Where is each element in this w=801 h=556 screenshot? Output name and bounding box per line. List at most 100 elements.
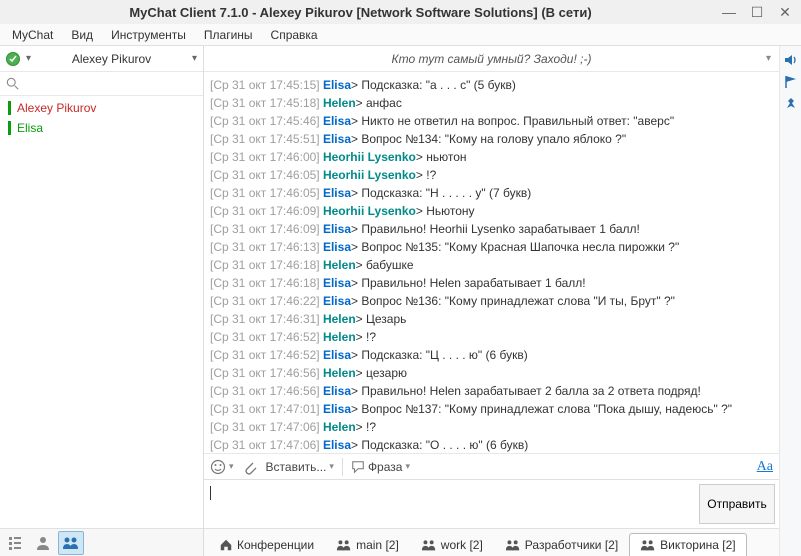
chat-tab[interactable]: main [2] bbox=[325, 533, 410, 556]
message-user: Heorhii Lysenko bbox=[323, 150, 416, 164]
message-row: [Ср 31 окт 17:46:13] Elisa> Вопрос №135:… bbox=[210, 238, 773, 256]
pin-button[interactable] bbox=[781, 94, 801, 114]
chat-title: Кто тут самый умный? Заходи! ;-) bbox=[392, 52, 592, 66]
timestamp: [Ср 31 окт 17:46:00] bbox=[210, 150, 320, 164]
view-contact-button[interactable] bbox=[30, 531, 56, 555]
message-text: Ньютону bbox=[426, 204, 474, 218]
timestamp: [Ср 31 окт 17:46:05] bbox=[210, 168, 320, 182]
message-text: !? bbox=[366, 330, 376, 344]
message-input[interactable] bbox=[204, 480, 695, 528]
minimize-button[interactable]: — bbox=[717, 2, 741, 22]
message-text: Правильно! Heorhii Lysenko зарабатывает … bbox=[361, 222, 640, 236]
contact-name: Alexey Pikurov bbox=[17, 101, 96, 115]
timestamp: [Ср 31 окт 17:45:51] bbox=[210, 132, 320, 146]
presence-bar-icon bbox=[8, 121, 11, 135]
message-list[interactable]: [Ср 31 окт 17:45:15] Elisa> Подсказка: "… bbox=[204, 72, 779, 453]
chat-tab[interactable]: Викторина [2] bbox=[629, 533, 746, 556]
message-text: анфас bbox=[366, 96, 402, 110]
insert-label: Вставить... bbox=[266, 460, 327, 474]
tab-label: main [2] bbox=[356, 538, 399, 552]
phrase-label: Фраза bbox=[368, 460, 403, 474]
message-user: Helen bbox=[323, 258, 356, 272]
message-row: [Ср 31 окт 17:45:51] Elisa> Вопрос №134:… bbox=[210, 130, 773, 148]
chat-tab[interactable]: Разработчики [2] bbox=[494, 533, 629, 556]
message-text: бабушке bbox=[366, 258, 414, 272]
menu-help[interactable]: Справка bbox=[263, 25, 326, 45]
message-user: Helen bbox=[323, 330, 356, 344]
chat-tab[interactable]: Конференции bbox=[208, 533, 325, 556]
message-user: Elisa bbox=[323, 222, 351, 236]
group-icon bbox=[421, 538, 437, 552]
message-row: [Ср 31 окт 17:46:18] Helen> бабушке bbox=[210, 256, 773, 274]
timestamp: [Ср 31 окт 17:46:13] bbox=[210, 240, 320, 254]
message-user: Helen bbox=[323, 312, 356, 326]
timestamp: [Ср 31 окт 17:46:52] bbox=[210, 348, 320, 362]
menu-tools[interactable]: Инструменты bbox=[103, 25, 194, 45]
message-row: [Ср 31 окт 17:47:06] Helen> !? bbox=[210, 418, 773, 436]
message-text: Никто не ответил на вопрос. Правильный о… bbox=[361, 114, 674, 128]
emoji-button[interactable]: ▾ bbox=[210, 459, 234, 475]
message-text: Вопрос №135: "Кому Красная Шапочка несла… bbox=[361, 240, 679, 254]
contact-name: Elisa bbox=[17, 121, 43, 135]
menu-plugins[interactable]: Плагины bbox=[196, 25, 261, 45]
timestamp: [Ср 31 окт 17:47:06] bbox=[210, 420, 320, 434]
close-button[interactable]: ✕ bbox=[773, 2, 797, 22]
message-row: [Ср 31 окт 17:46:22] Elisa> Вопрос №136:… bbox=[210, 292, 773, 310]
user-dropdown-icon[interactable]: ▾ bbox=[192, 53, 197, 64]
send-button[interactable]: Отправить bbox=[699, 484, 775, 524]
maximize-button[interactable]: ☐ bbox=[745, 2, 769, 22]
timestamp: [Ср 31 окт 17:46:56] bbox=[210, 366, 320, 380]
message-text: Подсказка: "а . . . с" (5 букв) bbox=[361, 78, 516, 92]
menu-view[interactable]: Вид bbox=[63, 25, 101, 45]
message-row: [Ср 31 окт 17:46:00] Heorhii Lysenko> нь… bbox=[210, 148, 773, 166]
message-text: Вопрос №136: "Кому принадлежат слова "И … bbox=[361, 294, 675, 308]
chat-tab[interactable]: work [2] bbox=[410, 533, 494, 556]
message-row: [Ср 31 окт 17:47:06] Elisa> Подсказка: "… bbox=[210, 436, 773, 453]
view-list-button[interactable] bbox=[2, 531, 28, 555]
status-dropdown-icon[interactable]: ▾ bbox=[26, 53, 31, 64]
message-text: !? bbox=[426, 168, 436, 182]
timestamp: [Ср 31 окт 17:45:46] bbox=[210, 114, 320, 128]
view-group-button[interactable] bbox=[58, 531, 84, 555]
message-text: Правильно! Helen зарабатывает 1 балл! bbox=[361, 276, 585, 290]
message-row: [Ср 31 окт 17:46:52] Elisa> Подсказка: "… bbox=[210, 346, 773, 364]
message-text: Вопрос №137: "Кому принадлежат слова "По… bbox=[361, 402, 732, 416]
chat-tabs: Конференции main [2] work [2] Разработчики … bbox=[204, 528, 779, 556]
menu-mychat[interactable]: MyChat bbox=[4, 25, 61, 45]
timestamp: [Ср 31 окт 17:46:18] bbox=[210, 276, 320, 290]
message-row: [Ср 31 окт 17:46:09] Heorhii Lysenko> Нь… bbox=[210, 202, 773, 220]
timestamp: [Ср 31 окт 17:46:52] bbox=[210, 330, 320, 344]
timestamp: [Ср 31 окт 17:46:09] bbox=[210, 204, 320, 218]
message-row: [Ср 31 окт 17:46:18] Elisa> Правильно! H… bbox=[210, 274, 773, 292]
message-user: Helen bbox=[323, 420, 356, 434]
contact-item[interactable]: Elisa bbox=[0, 118, 203, 138]
tab-label: Разработчики [2] bbox=[525, 538, 618, 552]
chat-options-dropdown[interactable]: ▾ bbox=[766, 53, 771, 64]
sidebar: ▾ Alexey Pikurov ▾ Alexey Pikurov Elisa bbox=[0, 46, 204, 556]
contact-item[interactable]: Alexey Pikurov bbox=[0, 98, 203, 118]
message-text: ньютон bbox=[426, 150, 466, 164]
tab-label: Викторина [2] bbox=[660, 538, 735, 552]
titlebar: MyChat Client 7.1.0 - Alexey Pikurov [Ne… bbox=[0, 0, 801, 24]
message-row: [Ср 31 окт 17:45:18] Helen> анфас bbox=[210, 94, 773, 112]
message-user: Elisa bbox=[323, 294, 351, 308]
status-online-icon[interactable] bbox=[6, 52, 20, 66]
message-user: Elisa bbox=[323, 114, 351, 128]
message-row: [Ср 31 окт 17:46:31] Helen> Цезарь bbox=[210, 310, 773, 328]
phrase-button[interactable]: Фраза ▾ bbox=[351, 460, 410, 474]
compose-toolbar: ▾ Вставить... ▾ Фраза ▾ Aa bbox=[204, 453, 779, 479]
message-user: Elisa bbox=[323, 276, 351, 290]
timestamp: [Ср 31 окт 17:46:31] bbox=[210, 312, 320, 326]
current-user-name: Alexey Pikurov bbox=[37, 52, 186, 66]
message-text: Вопрос №134: "Кому на голову упало яблок… bbox=[361, 132, 626, 146]
message-text: Подсказка: "Н . . . . . у" (7 букв) bbox=[361, 186, 531, 200]
attach-button[interactable] bbox=[242, 459, 258, 475]
flag-button[interactable] bbox=[781, 72, 801, 92]
insert-button[interactable]: Вставить... ▾ bbox=[266, 460, 334, 474]
sound-button[interactable] bbox=[781, 50, 801, 70]
message-text: Правильно! Helen зарабатывает 2 балла за… bbox=[361, 384, 701, 398]
search-input[interactable] bbox=[24, 77, 197, 91]
timestamp: [Ср 31 окт 17:45:18] bbox=[210, 96, 320, 110]
message-user: Helen bbox=[323, 96, 356, 110]
font-format-button[interactable]: Aa bbox=[757, 459, 773, 475]
